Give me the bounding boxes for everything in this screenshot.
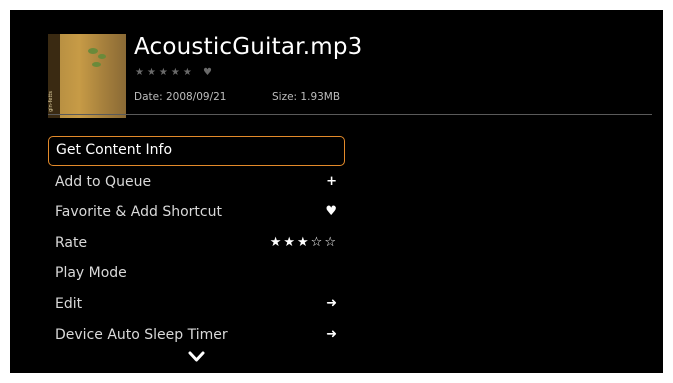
- menu-item-favorite-add-shortcut[interactable]: Favorite & Add Shortcut ♥: [48, 197, 345, 228]
- header-divider: [48, 114, 652, 115]
- menu-item-label: Device Auto Sleep Timer: [55, 326, 228, 343]
- menu-item-label: Add to Queue: [55, 173, 152, 190]
- options-menu: Get Content Info Add to Queue + Favorite…: [48, 136, 345, 350]
- menu-item-label: Get Content Info: [56, 142, 173, 158]
- menu-item-label: Play Mode: [55, 265, 127, 282]
- file-title: AcousticGuitar.mp3: [134, 34, 363, 60]
- menu-item-play-mode[interactable]: Play Mode: [48, 258, 345, 289]
- plus-icon: +: [326, 173, 337, 189]
- menu-item-edit[interactable]: Edit ➜: [48, 289, 345, 320]
- rating-stars-icon: ★★★★★: [135, 67, 195, 78]
- menu-item-rate[interactable]: Rate ★★★☆☆: [48, 228, 345, 259]
- menu-item-label: Favorite & Add Shortcut: [55, 204, 222, 221]
- chevron-down-icon[interactable]: [188, 348, 205, 365]
- arrow-right-icon: ➜: [326, 326, 337, 342]
- file-rating: ★★★★★ ♥: [135, 67, 215, 78]
- menu-item-get-content-info[interactable]: Get Content Info: [48, 136, 345, 166]
- menu-item-label: Rate: [55, 234, 88, 251]
- thumbnail-text: gin-fetts: [48, 91, 54, 112]
- menu-item-device-auto-sleep-timer[interactable]: Device Auto Sleep Timer ➜: [48, 320, 345, 351]
- heart-icon: ♥: [325, 204, 337, 220]
- file-date: Date: 2008/09/21: [134, 91, 227, 103]
- menu-item-add-to-queue[interactable]: Add to Queue +: [48, 167, 345, 198]
- album-thumbnail: gin-fetts: [48, 34, 126, 118]
- media-options-screen: gin-fetts AcousticGuitar.mp3 ★★★★★ ♥ Dat…: [10, 10, 663, 373]
- heart-icon: ♥: [203, 67, 215, 78]
- menu-item-label: Edit: [55, 295, 83, 312]
- file-size: Size: 1.93MB: [272, 91, 341, 103]
- arrow-right-icon: ➜: [326, 295, 337, 311]
- rating-stars-icon: ★★★☆☆: [269, 234, 338, 250]
